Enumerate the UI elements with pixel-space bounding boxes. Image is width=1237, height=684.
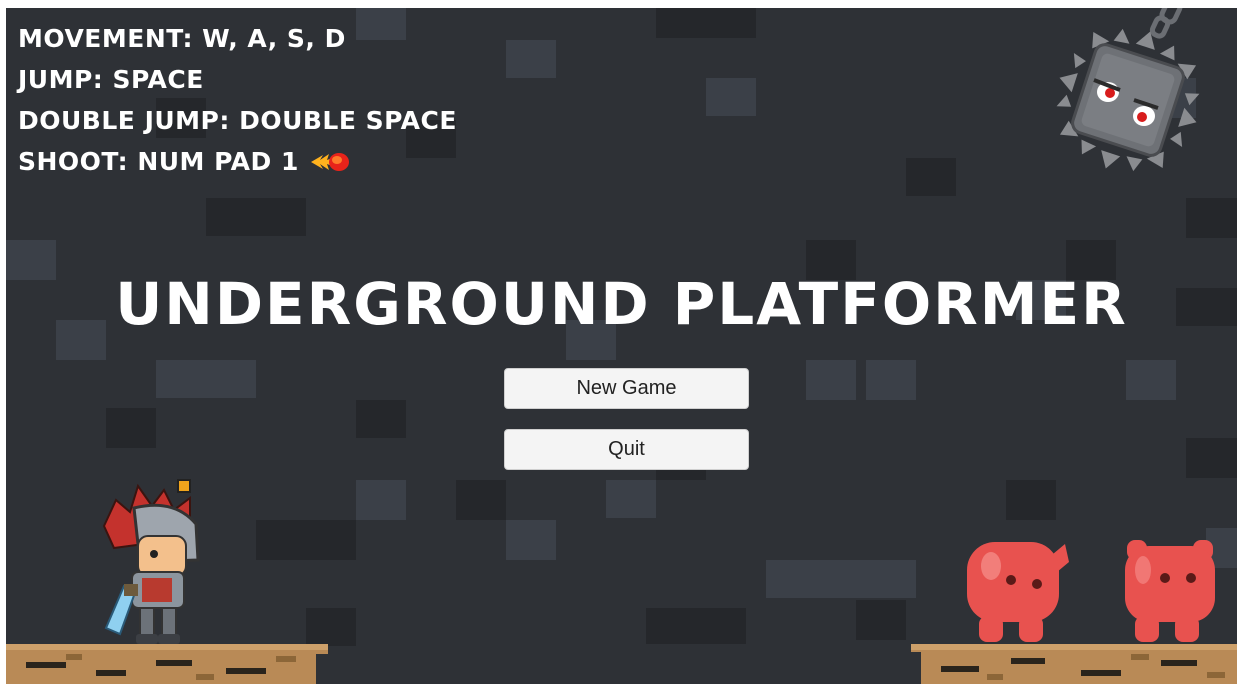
background-tile [256,520,356,560]
ground-platform-left [6,644,328,684]
game-scene: MOVEMENT: W, A, S, D JUMP: SPACE DOUBLE … [6,8,1237,684]
background-tile [656,8,756,38]
shoot-hint-row: SHOOT: NUM PAD 1 [18,141,457,182]
background-tile [606,480,656,518]
quit-button[interactable]: Quit [504,429,749,470]
background-tile [206,198,306,236]
background-tile [1126,360,1176,400]
background-tile [906,158,956,196]
background-tile [506,40,556,78]
background-tile [706,78,756,116]
background-tile [1186,198,1237,238]
background-tile [306,608,356,646]
shoot-hint: SHOOT: NUM PAD 1 [18,147,299,176]
background-tile [356,400,406,438]
jump-hint: JUMP: SPACE [18,65,204,94]
double-jump-hint: DOUBLE JUMP: DOUBLE SPACE [18,106,457,135]
controls-help: MOVEMENT: W, A, S, D JUMP: SPACE DOUBLE … [18,18,457,182]
knight-player-character [102,479,200,644]
background-tile [766,560,916,598]
background-tile [866,360,916,400]
background-tile [106,408,156,448]
chain-icon [1149,8,1183,39]
red-blob-enemy-2 [1125,540,1215,642]
background-tile [356,480,406,520]
background-tile [156,360,256,398]
new-game-button[interactable]: New Game [504,368,749,409]
background-tile [806,360,856,400]
movement-hint: MOVEMENT: W, A, S, D [18,24,346,53]
fireball-icon [310,152,349,171]
red-blob-enemy [967,542,1069,642]
game-title: UNDERGROUND PLATFORMER [115,270,1128,338]
background-tile [456,480,506,520]
background-tile [646,608,746,644]
spike-ball-enemy [1056,8,1200,172]
background-tile [506,520,556,560]
background-tile [1186,438,1237,478]
ground-platform-right [911,644,1237,684]
background-tile [856,600,906,640]
background-tile [1006,480,1056,520]
